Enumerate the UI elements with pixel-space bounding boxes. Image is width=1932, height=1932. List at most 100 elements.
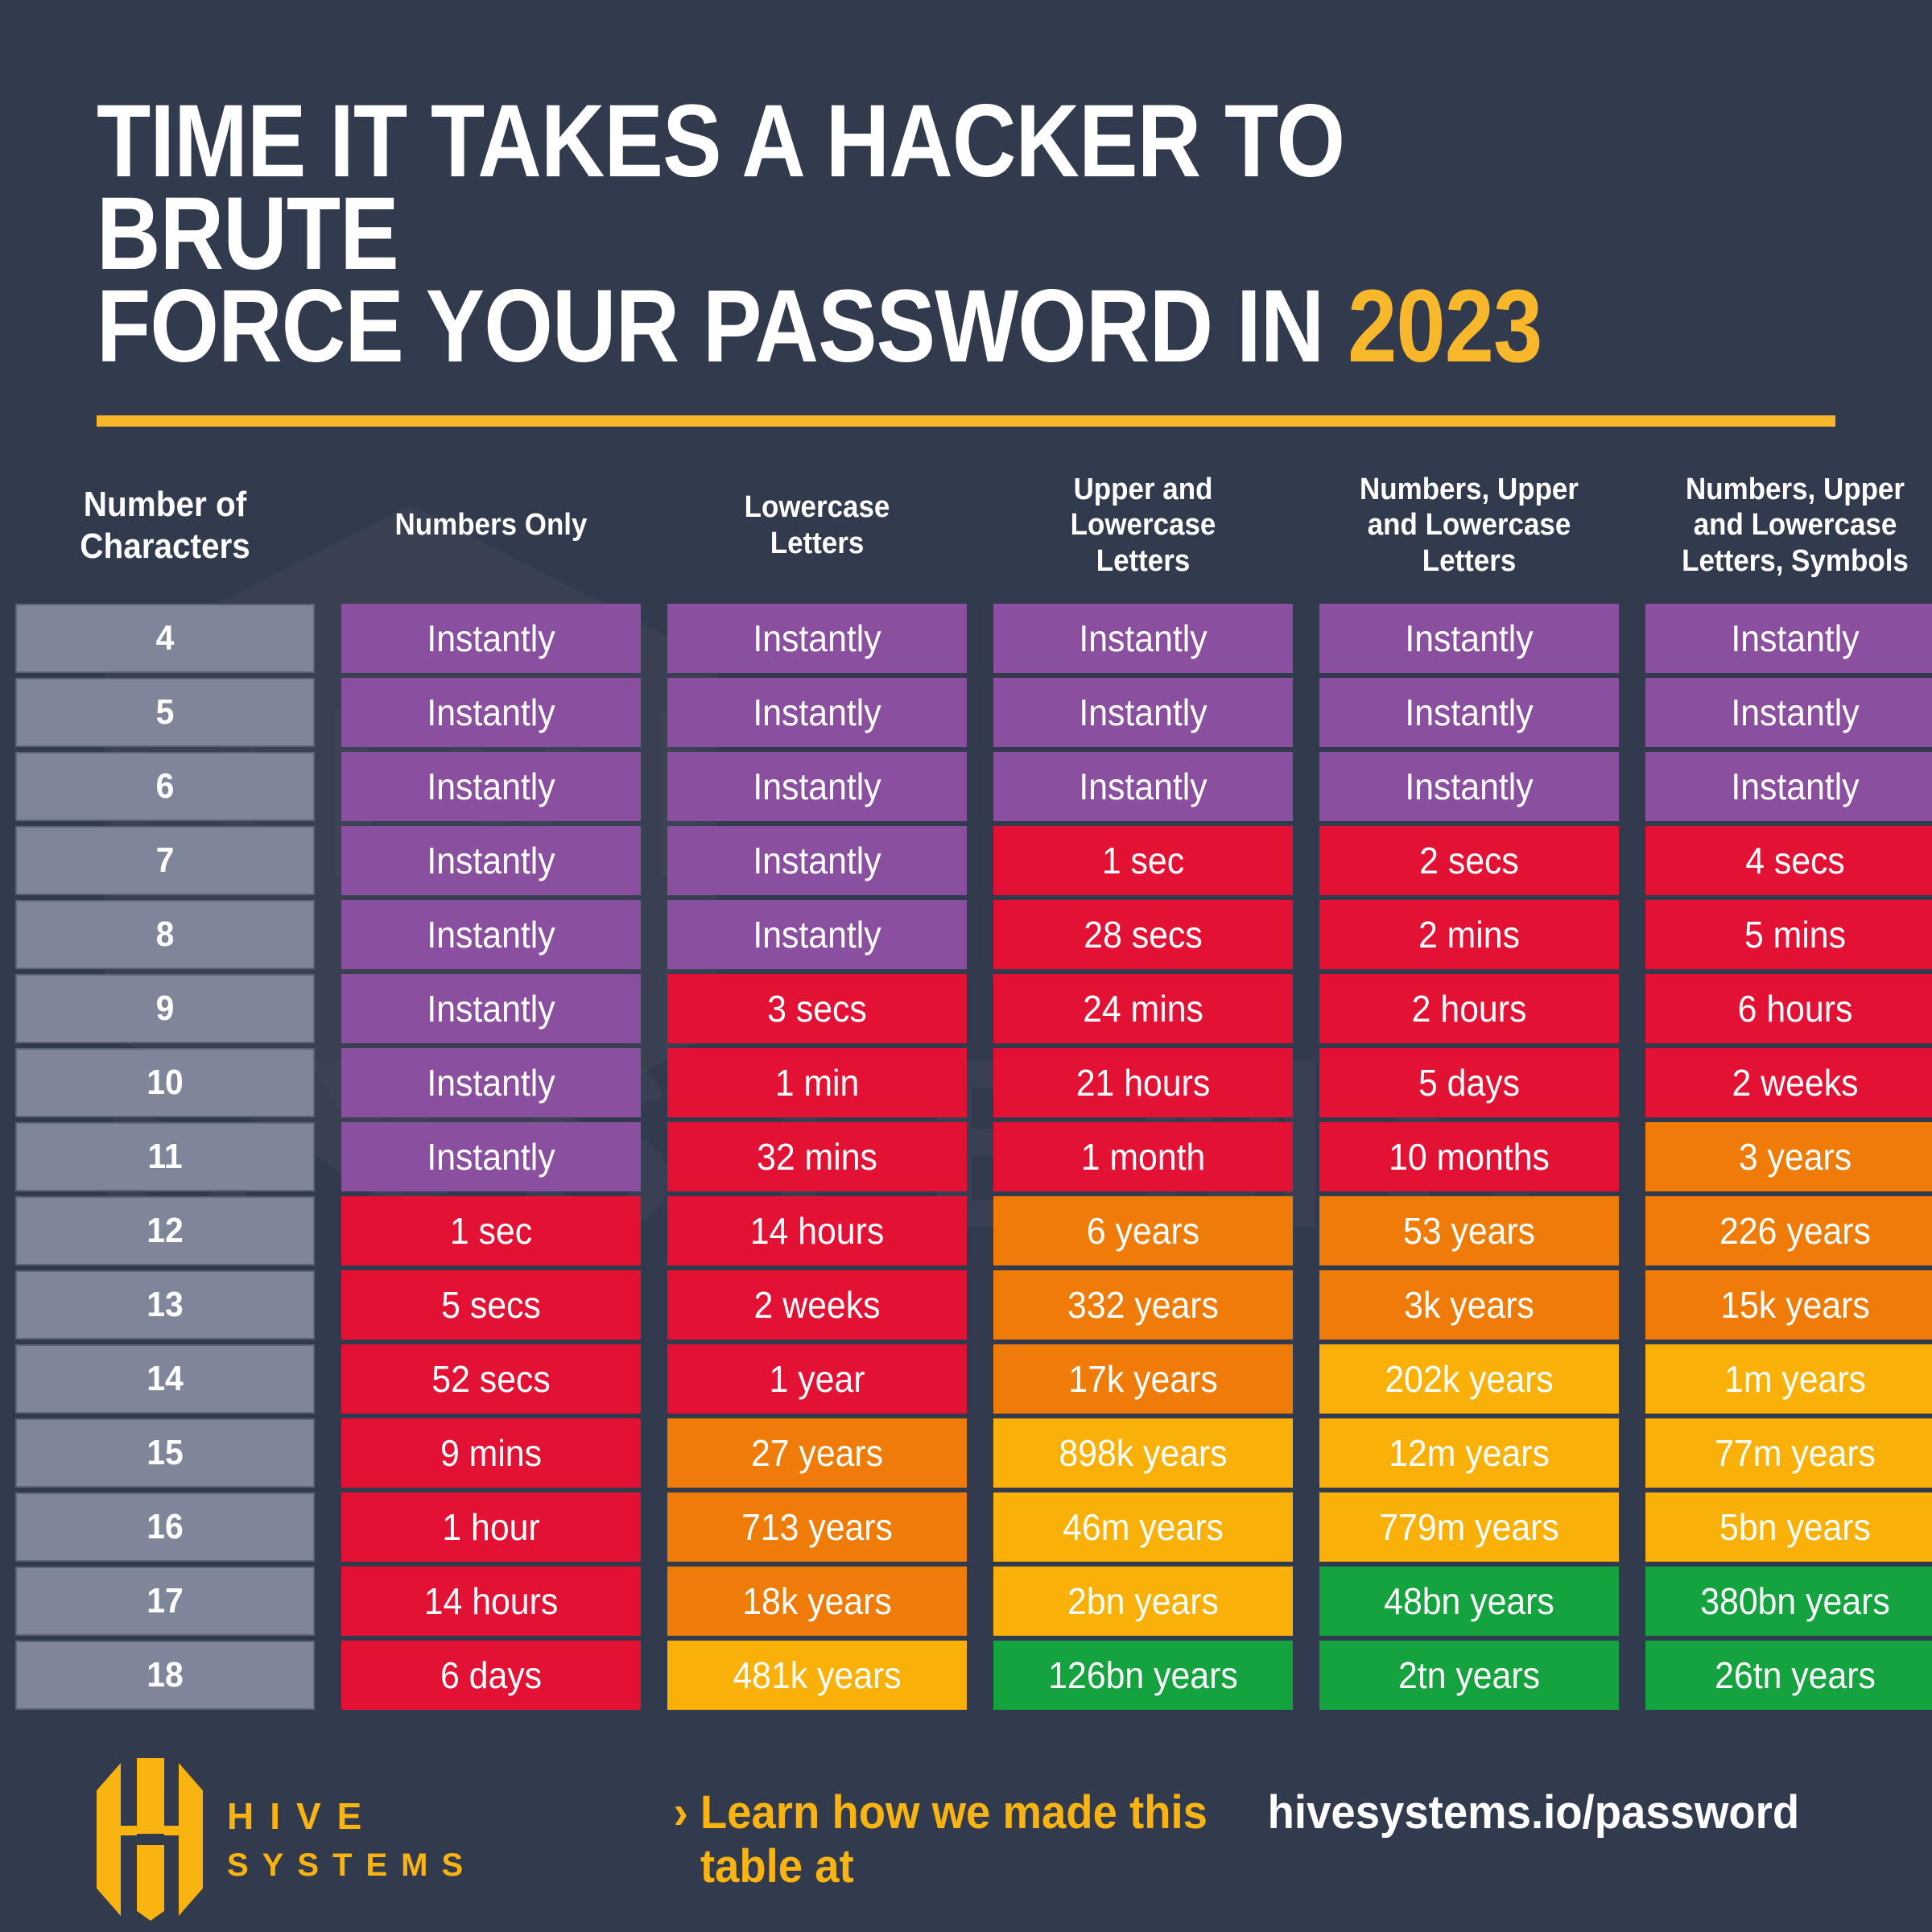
crack-time-cell: Instantly (1319, 751, 1619, 821)
column-header-number-of-characters: Number of Characters (80, 485, 250, 566)
crack-time-cell: 6 days (341, 1640, 641, 1710)
table-row: 13 5 secs 2 weeks 332 years 3k years 15k year… (4, 1269, 1932, 1340)
page-title-year: 2023 (1348, 269, 1542, 385)
crack-time-cell: 2 hours (1319, 973, 1619, 1043)
crack-time-cell: 1m years (1645, 1344, 1932, 1414)
crack-time-cell: 10 months (1319, 1121, 1619, 1191)
crack-time-cell: 3k years (1319, 1269, 1619, 1340)
crack-time-cell: Instantly (1645, 751, 1932, 821)
table-row: 4 Instantly Instantly Instantly Instantly Ins… (4, 603, 1932, 673)
table-row: 10 Instantly 1 min 21 hours 5 days 2 weeks (4, 1047, 1932, 1117)
row-character-count: 15 (15, 1418, 315, 1488)
crack-time-cell: Instantly (1645, 677, 1932, 747)
crack-time-cell: 24 mins (993, 973, 1293, 1043)
hive-systems-logo[interactable]: HIVE SYSTEMS (97, 1758, 477, 1921)
page-title: TIME IT TAKES A HACKER TO BRUTE FORCE YO… (97, 89, 1592, 378)
crack-time-cell: Instantly (341, 603, 641, 673)
crack-time-cell: 14 hours (667, 1195, 967, 1265)
crack-time-cell: Instantly (341, 677, 641, 747)
table-header: Number of Characters Numbers Only Lowerca… (4, 462, 1932, 599)
table-row: 5 Instantly Instantly Instantly Instantly Ins… (4, 677, 1932, 747)
crack-time-cell: 12m years (1319, 1418, 1619, 1488)
crack-time-cell: 4 secs (1645, 825, 1932, 895)
row-character-count: 18 (15, 1640, 315, 1710)
crack-time-cell: 713 years (667, 1492, 967, 1562)
crack-time-cell: 1 min (667, 1047, 967, 1117)
crack-time-cell: 3 secs (667, 973, 967, 1043)
crack-time-cell: 1 sec (993, 825, 1293, 895)
crack-time-cell: 53 years (1319, 1195, 1619, 1265)
crack-time-cell: Instantly (341, 899, 641, 969)
crack-time-cell: 3 years (1645, 1121, 1932, 1191)
table-row: 7 Instantly Instantly 1 sec 2 secs 4 secs (4, 825, 1932, 895)
crack-time-cell: Instantly (1645, 603, 1932, 673)
crack-time-cell: 2 weeks (1645, 1047, 1932, 1117)
crack-time-cell: 1 month (993, 1121, 1293, 1191)
crack-time-cell: 226 years (1645, 1195, 1932, 1265)
crack-time-cell: 18k years (667, 1566, 967, 1636)
row-character-count: 7 (15, 825, 315, 895)
column-header-upper-lowercase-letters: Upper and Lowercase Letters (1070, 472, 1216, 578)
footer-cta-url[interactable]: hivesystems.io/password (1268, 1785, 1800, 1839)
page-title-line1: TIME IT TAKES A HACKER TO BRUTE (97, 84, 1345, 292)
crack-time-cell: 126bn years (993, 1640, 1293, 1710)
crack-time-cell: 17k years (993, 1344, 1293, 1414)
row-character-count: 5 (15, 677, 315, 747)
crack-time-cell: 6 hours (1645, 973, 1932, 1043)
crack-time-cell: 27 years (667, 1418, 967, 1488)
crack-time-cell: Instantly (1319, 603, 1619, 673)
crack-time-cell: 6 years (993, 1195, 1293, 1265)
table-row: 11 Instantly 32 mins 1 month 10 months 3 year… (4, 1121, 1932, 1191)
crack-time-cell: 898k years (993, 1418, 1293, 1488)
crack-time-cell: 14 hours (341, 1566, 641, 1636)
footer-cta-text: Learn how we made this table at (700, 1786, 1208, 1893)
row-character-count: 14 (15, 1344, 315, 1414)
row-character-count: 10 (15, 1047, 315, 1117)
crack-time-cell: 481k years (667, 1640, 967, 1710)
crack-time-cell: 32 mins (667, 1121, 967, 1191)
table-body: 4 Instantly Instantly Instantly Instantly Ins… (4, 603, 1932, 1710)
crack-time-cell: 1 sec (341, 1195, 641, 1265)
crack-time-cell: 2 weeks (667, 1269, 967, 1340)
table-row: 16 1 hour 713 years 46m years 779m years 5bn … (4, 1492, 1932, 1562)
table-header-row: Number of Characters Numbers Only Lowerca… (4, 462, 1932, 599)
crack-time-cell: 5 secs (341, 1269, 641, 1340)
table-row: 6 Instantly Instantly Instantly Instantly Ins… (4, 751, 1932, 821)
crack-time-cell: 202k years (1319, 1344, 1619, 1414)
row-character-count: 13 (15, 1269, 315, 1340)
crack-time-cell: 2bn years (993, 1566, 1293, 1636)
table-row: 12 1 sec 14 hours 6 years 53 years 226 years (4, 1195, 1932, 1265)
crack-time-cell: Instantly (667, 899, 967, 969)
crack-time-cell: 2 mins (1319, 899, 1619, 969)
crack-time-cell: 26tn years (1645, 1640, 1932, 1710)
column-header-numbers-only: Numbers Only (394, 508, 588, 543)
crack-time-cell: 15k years (1645, 1269, 1932, 1340)
table-row: 15 9 mins 27 years 898k years 12m years 77m y… (4, 1418, 1932, 1488)
crack-time-cell: 9 mins (341, 1418, 641, 1488)
row-character-count: 6 (15, 751, 315, 821)
row-character-count: 11 (15, 1121, 315, 1191)
row-character-count: 12 (15, 1195, 315, 1265)
footer: HIVE SYSTEMS › Learn how we made this ta… (0, 1747, 1932, 1932)
column-header-numbers-upper-lowercase-letters: Numbers, Upper and Lowercase Letters (1360, 472, 1579, 578)
crack-time-cell: 28 secs (993, 899, 1293, 969)
crack-time-cell: Instantly (667, 825, 967, 895)
footer-cta[interactable]: › Learn how we made this table at hivesy… (674, 1785, 1800, 1893)
table-row: 14 52 secs 1 year 17k years 202k years 1m yea… (4, 1344, 1932, 1414)
crack-time-cell: 5 days (1319, 1047, 1619, 1117)
crack-time-cell: Instantly (341, 1121, 641, 1191)
crack-time-cell: Instantly (993, 603, 1293, 673)
logo-wordmark-line2: SYSTEMS (227, 1847, 477, 1883)
title-divider-rule (97, 415, 1835, 427)
hive-h-shield-icon (97, 1758, 203, 1921)
crack-time-cell: 77m years (1645, 1418, 1932, 1488)
crack-time-cell: 1 year (667, 1344, 967, 1414)
crack-time-cell: 46m years (993, 1492, 1293, 1562)
crack-time-cell: 48bn years (1319, 1566, 1619, 1636)
crack-time-cell: 52 secs (341, 1344, 641, 1414)
crack-time-cell: 5 mins (1645, 899, 1932, 969)
brute-force-time-table: Number of Characters Numbers Only Lowerca… (0, 457, 1932, 1715)
logo-wordmark: HIVE SYSTEMS (227, 1798, 477, 1881)
page-title-line2: FORCE YOUR PASSWORD IN 2023 (97, 269, 1542, 385)
password-table-wrapper: HIVESYSTEMS Number ofCharacters Numbers … (0, 457, 1932, 1715)
